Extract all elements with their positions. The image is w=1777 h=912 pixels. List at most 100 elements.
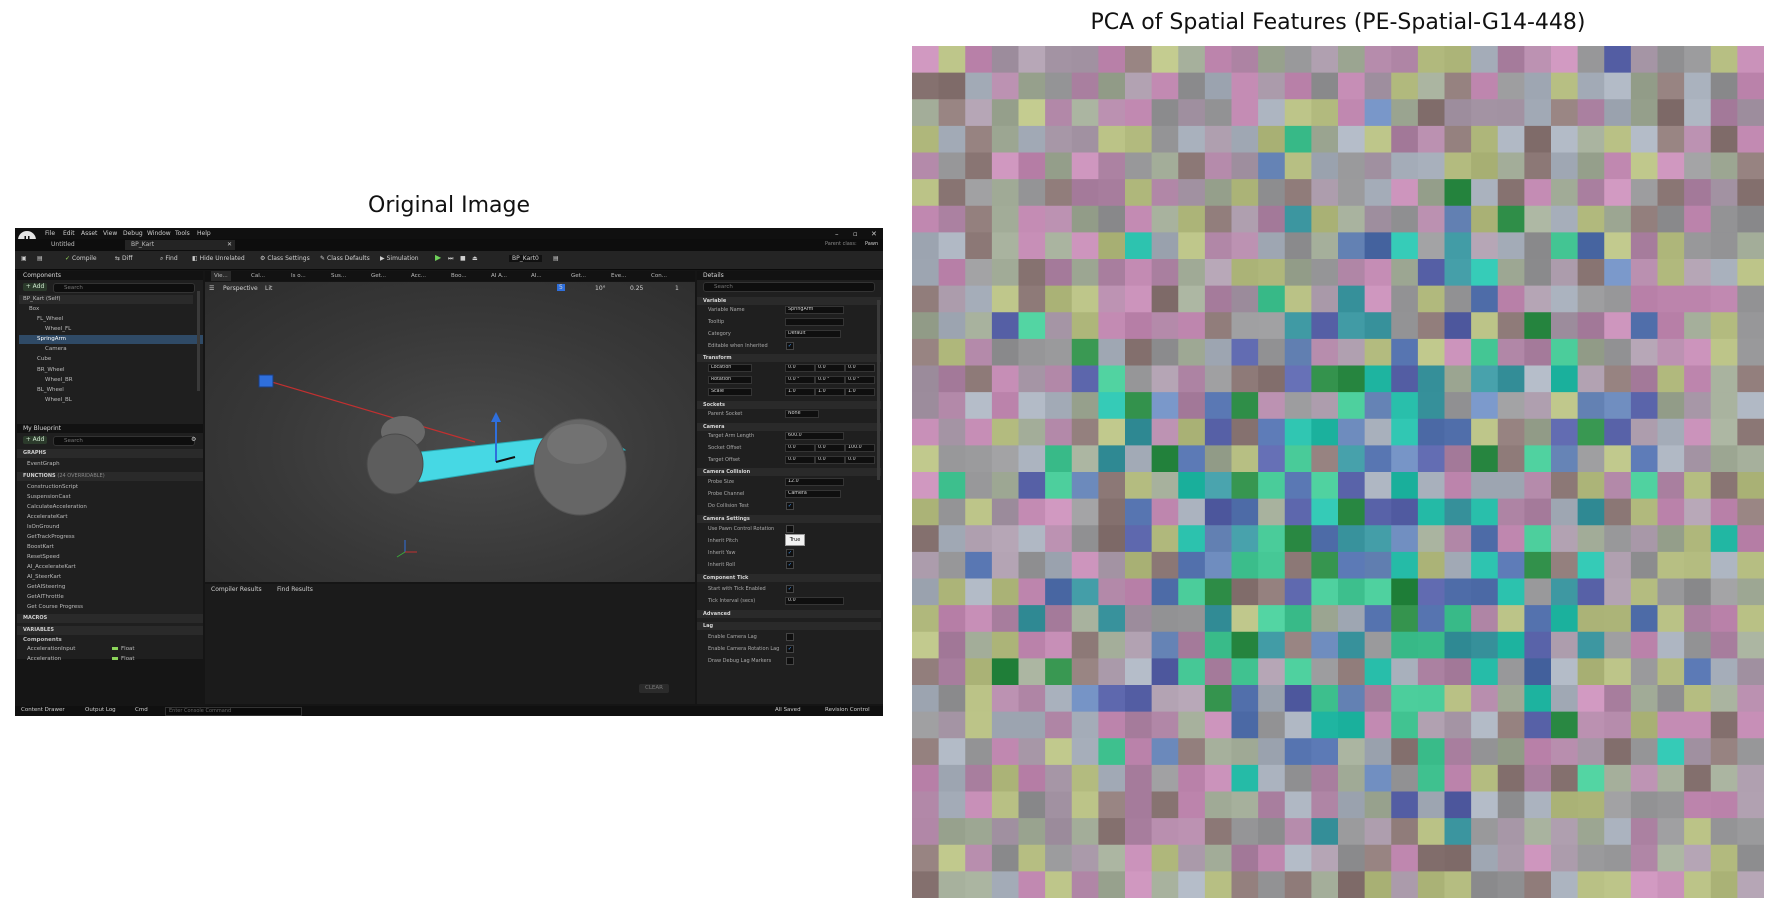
tree-item-wheel-br[interactable]: Wheel_BR	[45, 376, 73, 385]
graph-tab[interactable]: Get...	[371, 271, 386, 281]
socket-offset-input[interactable]: 0.0	[815, 444, 845, 452]
cmd-select[interactable]: Cmd	[135, 707, 148, 713]
maximize-icon[interactable]: ▫	[853, 230, 858, 238]
inherit-roll-checkbox[interactable]: ✓	[786, 561, 794, 569]
tab-untitled[interactable]: Untitled	[45, 240, 81, 250]
settings-gear-icon[interactable]: ⚙	[191, 436, 196, 443]
section-sockets[interactable]: Sockets	[697, 401, 881, 409]
function-item[interactable]: Get Course Progress	[27, 604, 83, 610]
close-window-icon[interactable]: ✕	[871, 230, 877, 238]
tree-item-self[interactable]: BP_Kart (Self)	[19, 295, 193, 304]
tooltip-input[interactable]	[785, 318, 844, 326]
lit-button[interactable]: Lit	[265, 285, 272, 292]
graph-tab[interactable]: Cal...	[251, 271, 265, 281]
graph-tab[interactable]: Acc...	[411, 271, 426, 281]
section-transform[interactable]: Transform	[697, 354, 881, 362]
content-drawer-button[interactable]: Content Drawer	[21, 707, 65, 713]
console-input[interactable]: Enter Console Command	[165, 707, 302, 716]
components-category[interactable]: Components	[23, 637, 62, 643]
blueprint-search-input[interactable]: Search	[53, 436, 195, 446]
find-button[interactable]: ⌕ Find	[160, 255, 178, 263]
details-search-input[interactable]: Search	[703, 282, 875, 292]
parent-socket-value[interactable]: None	[785, 410, 819, 418]
components-search-input[interactable]: Search	[53, 283, 195, 293]
graph-tab[interactable]: Sus...	[331, 271, 346, 281]
hide-unrelated-button[interactable]: ◧ Hide Unrelated	[192, 255, 245, 262]
function-item[interactable]: SuspensionCast	[27, 494, 71, 500]
functions-section[interactable]: FUNCTIONS (24 OVERRIDABLE)	[17, 472, 203, 481]
variable-name-input[interactable]: SpringArm	[785, 306, 844, 314]
socket-offset-input[interactable]: 100.0	[845, 444, 875, 452]
save-icon[interactable]: ▣	[21, 255, 27, 262]
transform-value-input[interactable]: 0.0	[815, 364, 845, 372]
event-graph-item[interactable]: EventGraph	[27, 461, 60, 467]
section-component-tick[interactable]: Component Tick	[697, 574, 881, 582]
function-item[interactable]: CalculateAcceleration	[27, 504, 87, 510]
all-saved-button[interactable]: All Saved	[775, 707, 801, 713]
eject-icon[interactable]: ⏏	[472, 255, 478, 262]
compile-button[interactable]: ✓ Compile	[65, 255, 97, 262]
tree-item-cube[interactable]: Cube	[37, 355, 51, 364]
close-tab-icon[interactable]: ✕	[227, 241, 232, 248]
graphs-section[interactable]: GRAPHS	[17, 449, 203, 458]
tree-item-box[interactable]: Box	[29, 305, 39, 314]
tree-item-wheel-fl[interactable]: Wheel_FL	[45, 325, 71, 334]
transform-mode-select[interactable]: Scale	[708, 388, 752, 396]
snap-grid-value[interactable]: 5	[557, 284, 565, 291]
transform-value-input[interactable]: 1.0	[815, 388, 845, 396]
graph-tab[interactable]: AI...	[531, 271, 542, 281]
tree-item-br-wheel[interactable]: BR_Wheel	[37, 366, 65, 375]
browse-debug-icon[interactable]: ▤	[553, 255, 559, 262]
graph-tab[interactable]: AI A...	[491, 271, 507, 281]
variable-name[interactable]: AccelerationInput	[27, 646, 75, 652]
editable-inherited-checkbox[interactable]: ✓	[786, 342, 794, 350]
probe-channel-select[interactable]: Camera	[785, 490, 841, 498]
camera-speed-value[interactable]: 1	[675, 285, 679, 292]
function-item[interactable]: GetTrackProgress	[27, 534, 75, 540]
function-item[interactable]: AI_AccelerateKart	[27, 564, 76, 570]
function-item[interactable]: GetAIThrottle	[27, 594, 64, 600]
transform-value-input[interactable]: 0.0	[785, 364, 815, 372]
minimize-icon[interactable]: –	[835, 230, 839, 238]
graph-tab[interactable]: Con...	[651, 271, 667, 281]
section-camera[interactable]: Camera	[697, 423, 881, 431]
variables-section[interactable]: VARIABLES	[17, 626, 203, 635]
add-member-button[interactable]: + Add	[23, 436, 47, 444]
transform-value-input[interactable]: 0.0 °	[785, 376, 815, 384]
target-offset-input[interactable]: 0.0	[785, 456, 815, 464]
function-item[interactable]: ConstructionScript	[27, 484, 78, 490]
graph-tab[interactable]: Eve...	[611, 271, 626, 281]
function-item[interactable]: BoostKart	[27, 544, 54, 550]
section-lag[interactable]: Lag	[697, 622, 881, 630]
transform-value-input[interactable]: 0.0 °	[845, 376, 875, 384]
target-offset-input[interactable]: 0.0	[845, 456, 875, 464]
menu-debug[interactable]: Debug	[123, 230, 143, 237]
tree-item-camera[interactable]: Camera	[45, 345, 67, 354]
graph-tab[interactable]: Get...	[571, 271, 586, 281]
tree-item-bl-wheel[interactable]: BL_Wheel	[37, 386, 64, 395]
class-settings-button[interactable]: ⚙ Class Settings	[260, 255, 310, 262]
menu-tools[interactable]: Tools	[175, 230, 190, 237]
simulation-button[interactable]: ▶ Simulation	[380, 255, 419, 262]
graph-tab[interactable]: Vie...	[211, 271, 231, 281]
parent-class-value[interactable]: Pawn	[865, 241, 878, 247]
components-scrollbar[interactable]	[197, 291, 200, 391]
viewport[interactable]: ☰ Perspective Lit 5 10° 0.25 1	[205, 282, 695, 582]
transform-value-input[interactable]: 1.0	[845, 388, 875, 396]
category-select[interactable]: Default	[785, 330, 841, 338]
menu-edit[interactable]: Edit	[63, 230, 75, 237]
class-defaults-button[interactable]: ✎ Class Defaults	[320, 255, 370, 262]
function-item[interactable]: IsOnGround	[27, 524, 60, 530]
tick-interval-input[interactable]: 0.0	[785, 597, 844, 605]
inherit-yaw-checkbox[interactable]: ✓	[786, 549, 794, 557]
tree-item-fl-wheel[interactable]: FL_Wheel	[37, 315, 63, 324]
target-offset-input[interactable]: 0.0	[815, 456, 845, 464]
step-icon[interactable]: ⏭	[448, 255, 453, 263]
section-variable[interactable]: Variable	[697, 297, 881, 305]
section-camera-settings[interactable]: Camera Settings	[697, 515, 881, 523]
tab-compiler-results[interactable]: Compiler Results	[211, 586, 262, 593]
enable-camera-lag-checkbox[interactable]	[786, 633, 794, 641]
variable-type[interactable]: Float	[112, 646, 135, 652]
transform-value-input[interactable]: 0.0 °	[815, 376, 845, 384]
function-item[interactable]: GetAISteering	[27, 584, 65, 590]
